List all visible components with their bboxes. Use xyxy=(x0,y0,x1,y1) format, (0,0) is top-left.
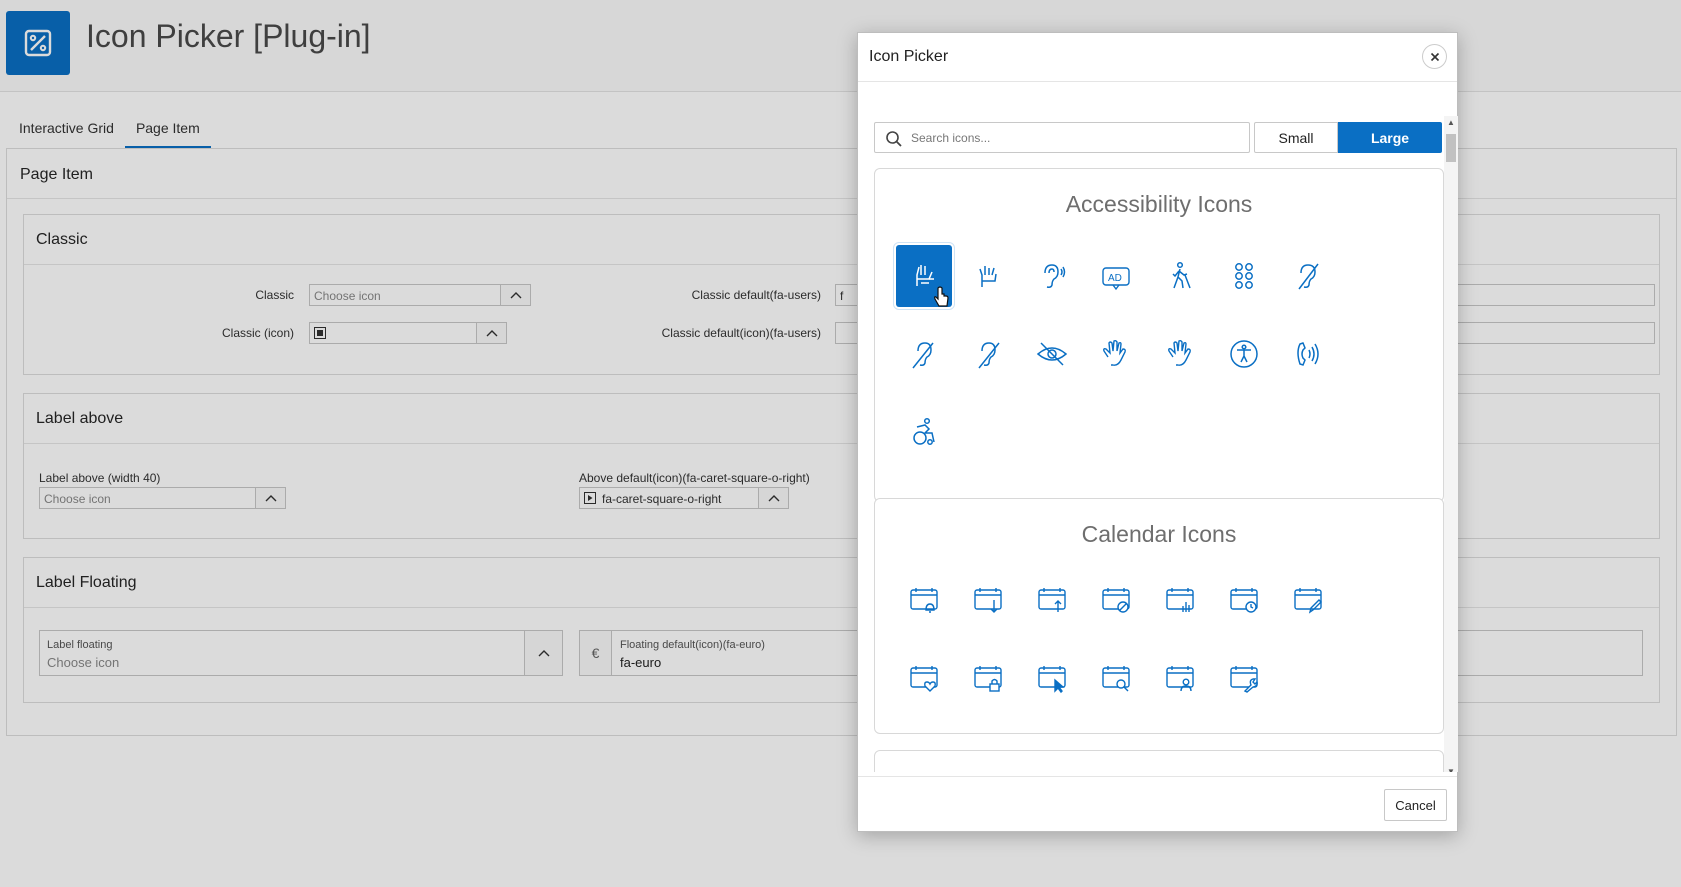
calendar-chart-icon[interactable] xyxy=(1152,569,1208,631)
hard-of-hearing-icon[interactable] xyxy=(960,323,1016,385)
icon-picker-dialog: Icon Picker Small Large Accessibility Ic… xyxy=(857,32,1458,832)
calendar-ban-icon[interactable] xyxy=(1088,569,1144,631)
size-small-button[interactable]: Small xyxy=(1254,122,1338,153)
search-field[interactable] xyxy=(874,122,1250,153)
asl-interpreting-icon[interactable] xyxy=(960,245,1016,307)
cancel-button[interactable]: Cancel xyxy=(1384,789,1447,821)
close-icon xyxy=(1430,52,1439,61)
braille-icon[interactable] xyxy=(1216,245,1272,307)
calendar-heart-icon[interactable] xyxy=(896,647,952,709)
group-title: Accessibility Icons xyxy=(1065,191,1253,217)
scroll-up-icon[interactable]: ▲ xyxy=(1447,119,1455,127)
calendar-pointer-icon[interactable] xyxy=(1024,647,1080,709)
assistive-listening-systems-icon[interactable] xyxy=(1024,245,1080,307)
size-toggle: Small Large xyxy=(1254,122,1442,153)
dialog-title: Icon Picker xyxy=(869,48,949,65)
low-vision-icon[interactable] xyxy=(1024,323,1080,385)
accessibility-icons-group: Accessibility Icons AD xyxy=(874,168,1444,502)
universal-access-icon[interactable] xyxy=(1216,323,1272,385)
dialog-scrollbar[interactable]: ▲ ▼ xyxy=(1444,116,1458,772)
calendar-arrow-up-icon[interactable] xyxy=(1024,569,1080,631)
next-icons-group xyxy=(874,750,1444,772)
scroll-down-icon[interactable]: ▼ xyxy=(1447,768,1455,773)
search-icon xyxy=(886,131,902,147)
scrollbar-thumb[interactable] xyxy=(1446,134,1456,162)
blind-icon[interactable] xyxy=(1152,245,1208,307)
calendar-wrench-icon[interactable] xyxy=(1216,647,1272,709)
calendar-alarm-icon[interactable] xyxy=(896,569,952,631)
sign-language-icon[interactable] xyxy=(1088,323,1144,385)
hand-cursor-icon xyxy=(934,286,949,307)
audio-description-icon[interactable]: AD xyxy=(1088,245,1144,307)
size-large-button[interactable]: Large xyxy=(1338,122,1442,153)
search-input[interactable] xyxy=(909,127,1239,149)
calendar-arrow-down-icon[interactable] xyxy=(960,569,1016,631)
dialog-body: Small Large Accessibility Icons AD xyxy=(858,82,1459,772)
calendar-clock-icon[interactable] xyxy=(1216,569,1272,631)
calendar-edit-icon[interactable] xyxy=(1280,569,1336,631)
calendar-search-icon[interactable] xyxy=(1088,647,1144,709)
dialog-footer-divider xyxy=(858,776,1457,777)
group-title: Calendar Icons xyxy=(1081,521,1237,547)
deaf-icon[interactable] xyxy=(1280,245,1336,307)
deafness-icon[interactable] xyxy=(896,323,952,385)
calendar-user-icon[interactable] xyxy=(1152,647,1208,709)
calendar-icons-group: Calendar Icons xyxy=(874,498,1444,734)
signing-icon[interactable] xyxy=(1152,323,1208,385)
volume-control-phone-icon[interactable] xyxy=(1280,323,1336,385)
svg-text:AD: AD xyxy=(1108,273,1122,284)
calendar-lock-icon[interactable] xyxy=(960,647,1016,709)
close-button[interactable] xyxy=(1422,44,1447,69)
wheelchair-alt-icon[interactable] xyxy=(896,401,952,463)
